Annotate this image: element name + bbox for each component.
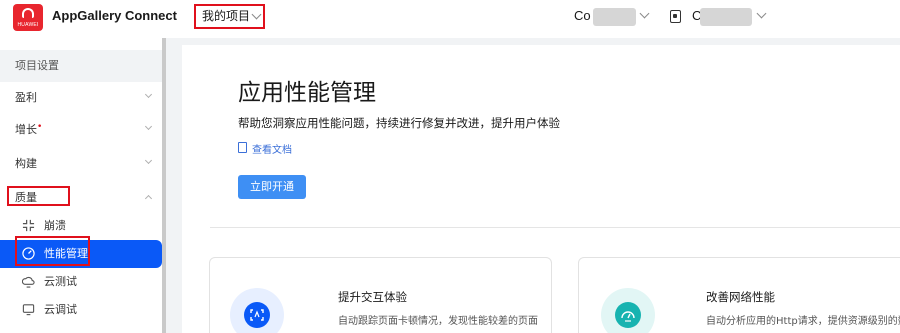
top-header: HUAWEI AppGallery Connect 我的项目 Co C <box>0 0 900 38</box>
sidebar-heading-project-settings[interactable]: 项目设置 <box>0 50 162 82</box>
chevron-up-icon <box>144 194 153 203</box>
chevron-down-icon[interactable] <box>639 8 650 19</box>
chevron-down-icon[interactable] <box>756 8 767 19</box>
feature-desc: 自动分析应用的Http请求，提供资源级别的数据分析，了解网络的状况，帮 <box>706 316 900 327</box>
page-title: 应用性能管理 <box>238 80 376 106</box>
app-title[interactable]: AppGallery Connect <box>52 8 177 23</box>
cloud-test-icon <box>22 276 35 288</box>
new-badge: • <box>37 122 43 132</box>
chevron-down-icon <box>144 122 153 131</box>
feature-icon-bg <box>230 288 284 333</box>
crash-icon <box>22 219 35 232</box>
project-select-label: 我的项目 <box>202 9 251 23</box>
chevron-down-icon <box>144 156 153 165</box>
chevron-down-icon <box>144 90 153 99</box>
cloud-debug-icon <box>22 304 35 316</box>
network-icon <box>615 302 641 328</box>
redacted-text <box>593 8 636 26</box>
sidebar-item-grow[interactable]: 增长• <box>0 114 162 146</box>
sidebar-subitem-cloud-debug[interactable]: 云调试 <box>0 296 162 324</box>
redacted-text <box>700 8 752 26</box>
highlight-box-performance <box>15 236 90 266</box>
highlight-box-quality <box>7 186 70 206</box>
feature-title: 改善网络性能 <box>706 290 775 304</box>
interaction-icon <box>244 302 270 328</box>
feature-card-network: 改善网络性能 自动分析应用的Http请求，提供资源级别的数据分析，了解网络的状况… <box>578 257 900 333</box>
chevron-down-icon <box>251 9 262 20</box>
divider <box>210 227 900 228</box>
huawei-logo[interactable]: HUAWEI <box>13 4 43 31</box>
feature-icon-bg <box>601 288 655 333</box>
feature-card-interaction: 提升交互体验 自动跟踪页面卡顿情况，发现性能较差的页面，提供提示和的环境信息，帮 <box>209 257 552 333</box>
project-select[interactable]: 我的项目 <box>194 4 265 29</box>
developer-icon[interactable] <box>670 10 681 23</box>
sidebar-subitem-cloud-test[interactable]: 云测试 <box>0 268 162 296</box>
feature-desc: 自动跟踪页面卡顿情况，发现性能较差的页面，提供提示和的环境信息，帮 <box>338 316 538 327</box>
sidebar-item-monetize[interactable]: 盈利 <box>0 82 162 114</box>
view-docs-link[interactable]: 查看文档 <box>238 141 292 156</box>
activate-now-button[interactable]: 立即开通 <box>238 175 306 199</box>
sidebar-item-build[interactable]: 构建 <box>0 148 162 180</box>
feature-title: 提升交互体验 <box>338 290 407 304</box>
page-subtitle: 帮助您洞察应用性能问题，持续进行修复并改进，提升用户体验 <box>238 116 560 130</box>
sidebar-scrollbar[interactable] <box>162 38 166 333</box>
account-menu-a[interactable]: Co <box>574 8 591 23</box>
